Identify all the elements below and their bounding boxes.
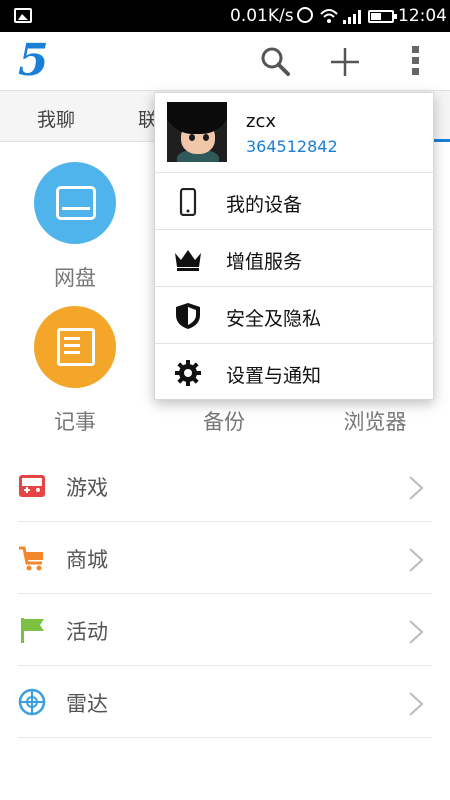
alarm-icon xyxy=(297,7,313,23)
chevron-right-icon xyxy=(409,620,424,644)
grid-label: 浏览器 xyxy=(343,410,407,434)
list-item-radar[interactable]: 雷达 xyxy=(18,666,432,738)
menu-item-settings[interactable]: 设置与通知 xyxy=(155,344,433,401)
crown-icon xyxy=(175,250,201,271)
menu-item-label: 设置与通知 xyxy=(226,365,322,387)
menu-item-my-devices[interactable]: 我的设备 xyxy=(155,173,433,230)
flag-icon xyxy=(21,618,44,643)
list-item-events[interactable]: 活动 xyxy=(18,594,432,666)
app-screen: 0.01K/s 12:04 5 我聊 联 网盘 记事 备份 浏览器 游戏 商城 … xyxy=(0,0,450,800)
app-header: 5 xyxy=(0,32,450,90)
grid-label: 网盘 xyxy=(54,266,96,290)
hard-drive-icon xyxy=(34,162,116,244)
menu-item-label: 增值服务 xyxy=(226,251,303,273)
profile-name: zcx xyxy=(246,111,276,132)
chevron-right-icon xyxy=(409,692,424,716)
gear-icon xyxy=(175,360,201,386)
list-item-games[interactable]: 游戏 xyxy=(18,450,432,522)
add-icon[interactable] xyxy=(330,47,360,77)
menu-profile[interactable]: zcx 364512842 xyxy=(155,93,433,173)
list-label: 活动 xyxy=(66,620,108,644)
grid-label: 记事 xyxy=(54,410,96,434)
status-bar: 0.01K/s 12:04 xyxy=(0,0,450,32)
grid-label: 备份 xyxy=(203,410,245,434)
grid-item-notes[interactable]: 记事 xyxy=(15,306,135,436)
signal-strength-icon xyxy=(343,10,363,24)
profile-account-id: 364512842 xyxy=(246,137,338,156)
notepad-icon xyxy=(34,306,116,388)
list-item-store[interactable]: 商城 xyxy=(18,522,432,594)
menu-item-security[interactable]: 安全及隐私 xyxy=(155,287,433,344)
avatar xyxy=(167,102,227,162)
search-icon[interactable] xyxy=(260,46,290,76)
menu-item-label: 安全及隐私 xyxy=(226,308,322,330)
radar-icon xyxy=(18,688,46,716)
app-logo: 5 xyxy=(18,35,49,86)
list-label: 雷达 xyxy=(66,692,108,716)
clock: 12:04 xyxy=(398,6,447,26)
battery-icon xyxy=(368,10,397,23)
gallery-notification-icon xyxy=(14,8,32,23)
phone-icon xyxy=(179,188,197,216)
grid-item-cloud-drive[interactable]: 网盘 xyxy=(15,162,135,292)
chevron-right-icon xyxy=(409,476,424,500)
list-label: 商城 xyxy=(66,548,108,572)
more-menu-icon[interactable] xyxy=(408,46,422,78)
overflow-menu: zcx 364512842 我的设备 增值服务 安全及隐私 设置与通知 xyxy=(154,92,434,400)
chevron-right-icon xyxy=(409,548,424,572)
wifi-icon xyxy=(320,9,338,23)
menu-item-value-added[interactable]: 增值服务 xyxy=(155,230,433,287)
shield-icon xyxy=(176,303,200,329)
shopping-cart-icon xyxy=(19,546,43,571)
menu-item-label: 我的设备 xyxy=(226,194,303,216)
tab-chats[interactable]: 我聊 xyxy=(37,105,75,132)
gamepad-icon xyxy=(19,475,45,497)
list-label: 游戏 xyxy=(66,476,108,500)
network-speed: 0.01K/s xyxy=(230,6,294,26)
